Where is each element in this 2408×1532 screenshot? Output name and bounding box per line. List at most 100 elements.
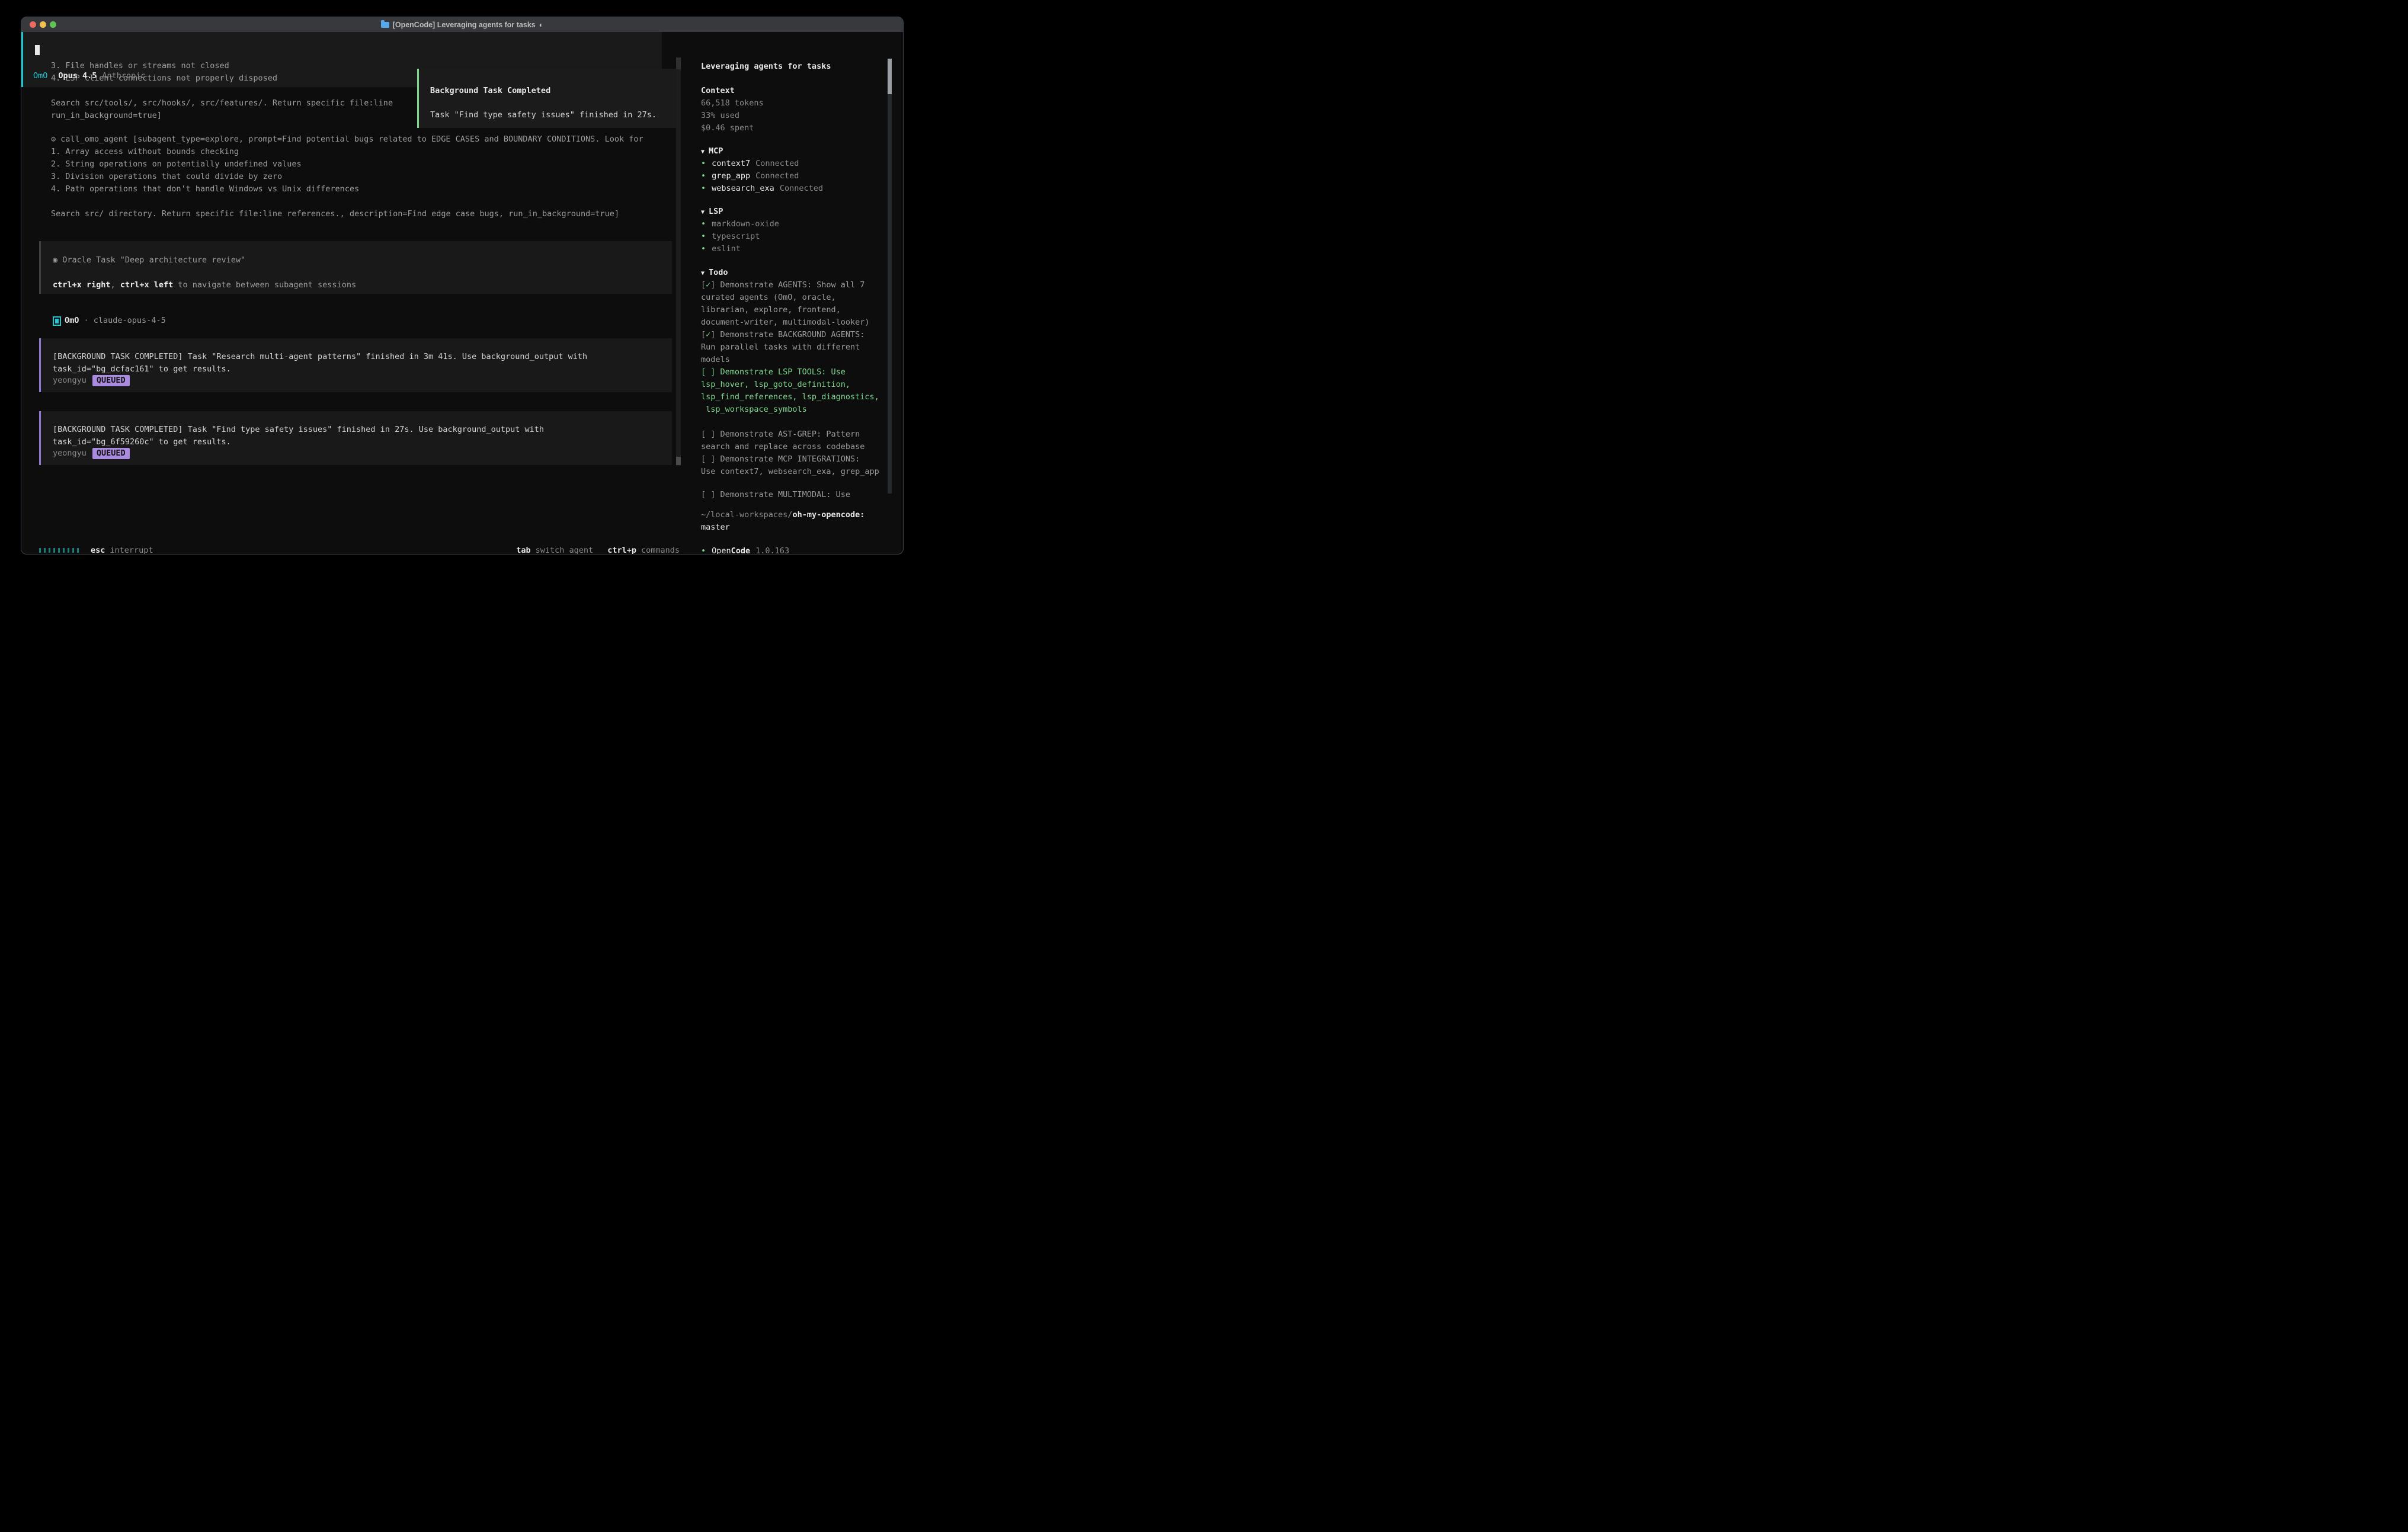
mcp-item: •context7Connected	[701, 158, 799, 170]
task-event-panel: [BACKGROUND TASK COMPLETED] Task "Find t…	[39, 411, 672, 465]
todo-item-done-cont: document-writer, multimodal-looker)	[701, 316, 869, 329]
workspace-branch: master	[701, 521, 730, 534]
tool-call-text: call_omo_agent [subagent_type=explore, p…	[60, 134, 643, 144]
username: yeongyu	[53, 376, 87, 385]
sidebar-scrollbar-thumb[interactable]	[888, 59, 892, 94]
input-agent-name: OmO	[33, 71, 47, 81]
main-scrollbar-track[interactable]	[676, 57, 681, 466]
folder-icon	[381, 22, 389, 28]
version-line: •OpenCode1.0.163	[701, 545, 789, 555]
agent-name: OmO	[65, 316, 79, 325]
transcript-line: Search src/tools/, src/hooks/, src/featu…	[51, 97, 393, 110]
toast-body: Task "Find type safety issues" finished …	[430, 109, 657, 121]
sidebar-todo-header[interactable]: ▼Todo	[701, 267, 728, 280]
transcript-line: run_in_background=true]	[51, 110, 162, 122]
input-status-line: OmO Opus 4.5 Anthropic	[33, 70, 146, 82]
chevron-down-icon: ▼	[701, 209, 705, 216]
status-dot-icon: •	[701, 184, 706, 193]
context-tokens: 66,518 tokens	[701, 97, 764, 110]
desktop: [OpenCode] Leveraging agents for tasks ◐…	[0, 0, 929, 591]
zoom-button[interactable]	[50, 21, 56, 28]
oracle-task-hint: ctrl+x right, ctrl+x left to navigate be…	[53, 279, 356, 291]
task-event-line1: [BACKGROUND TASK COMPLETED] Task "Find t…	[53, 424, 544, 436]
todo-item-active: [ ] Demonstrate LSP TOOLS: Use	[701, 366, 846, 379]
workspace-path: ~/local-workspaces/oh-my-opencode:	[701, 509, 864, 521]
status-bar-left: escinterrupt	[39, 546, 153, 555]
window-title: [OpenCode] Leveraging agents for tasks ◐	[381, 21, 544, 29]
agent-header: OmO · claude-opus-4-5	[65, 315, 166, 327]
input-model-name: Opus 4.5	[58, 71, 97, 81]
todo-item-active-cont: lsp_workspace_symbols	[701, 403, 807, 416]
toast-title: Background Task Completed	[430, 85, 550, 97]
main-scrollbar-cap	[676, 57, 681, 69]
context-used: 33% used	[701, 110, 739, 122]
task-event-line2: task_id="bg_6f59260c" to get results.	[53, 436, 231, 448]
username: yeongyu	[53, 448, 87, 458]
sidebar-lsp-header[interactable]: ▼LSP	[701, 206, 723, 219]
todo-item-pending: [ ] Demonstrate MCP INTEGRATIONS:	[701, 453, 860, 466]
spinner-dots-icon	[39, 548, 79, 553]
todo-item-pending: [ ] Demonstrate AST-GREP: Pattern	[701, 428, 860, 441]
status-dot-icon: •	[701, 244, 706, 254]
sidebar-mcp-header[interactable]: ▼MCP	[701, 145, 723, 158]
window-title-text: [OpenCode] Leveraging agents for tasks	[393, 21, 536, 29]
status-badge: QUEUED	[92, 375, 130, 386]
status-bar: escinterrupt tabswitch agent ctrl+pcomma…	[39, 546, 680, 555]
tab-hint: tabswitch agent	[516, 546, 593, 555]
todo-item-active-cont: lsp_find_references, lsp_diagnostics,	[701, 391, 879, 403]
status-dot-icon: •	[701, 159, 706, 168]
esc-hint: escinterrupt	[91, 546, 153, 555]
task-event-line2: task_id="bg_dcfac161" to get results.	[53, 363, 231, 376]
tool-call-line: ⚙ call_omo_agent [subagent_type=explore, …	[51, 133, 643, 146]
tool-call-item: 2. String operations on potentially unde…	[51, 158, 302, 171]
status-dot-icon: •	[701, 232, 706, 241]
ctrlp-hint: ctrl+pcommands	[607, 546, 680, 555]
chevron-down-icon: ▼	[701, 270, 705, 277]
oracle-task-label: ◉ Oracle Task "Deep architecture review"	[53, 254, 245, 267]
status-bar-right: tabswitch agent ctrl+pcommands	[516, 546, 680, 555]
terminal-content: 3. File handles or streams not closed 4.…	[21, 32, 903, 554]
input-provider-name: Anthropic	[102, 71, 145, 81]
lsp-item: •eslint	[701, 243, 741, 255]
context-spent: $0.46 spent	[701, 122, 754, 134]
todo-item-done-cont: curated agents (OmO, oracle,	[701, 291, 836, 304]
status-badge: QUEUED	[92, 448, 130, 459]
todo-item-done: [✓] Demonstrate BACKGROUND AGENTS:	[701, 329, 864, 341]
status-dot-icon: •	[701, 219, 706, 229]
todo-item-pending-cont: Use context7, websearch_exa, grep_app	[701, 466, 879, 478]
hint-key-ctrlx-right: ctrl+x right	[53, 280, 111, 290]
todo-item-done-cont: models	[701, 354, 730, 366]
background-task-toast: Background Task Completed Task "Find typ…	[417, 69, 680, 128]
task-event-panel: [BACKGROUND TASK COMPLETED] Task "Resear…	[39, 338, 672, 392]
todo-item-done: [✓] Demonstrate AGENTS: Show all 7	[701, 279, 864, 291]
status-dot-icon: •	[701, 171, 706, 181]
tool-call-item: 3. Division operations that could divide…	[51, 171, 282, 183]
minimize-button[interactable]	[40, 21, 46, 28]
todo-item-pending-cont: search and replace across codebase	[701, 441, 864, 453]
traffic-lights	[30, 21, 56, 28]
tool-call-item: 1. Array access without bounds checking	[51, 146, 239, 158]
task-event-meta: yeongyu QUEUED	[53, 447, 130, 460]
close-button[interactable]	[30, 21, 36, 28]
oracle-task-panel: ◉ Oracle Task "Deep architecture review"…	[39, 241, 672, 294]
text-cursor	[35, 45, 40, 55]
sidebar-session-title: Leveraging agents for tasks	[701, 60, 831, 73]
task-event-line1: [BACKGROUND TASK COMPLETED] Task "Resear…	[53, 351, 587, 363]
gear-icon: ⚙	[51, 134, 56, 144]
record-icon: ◉	[53, 255, 57, 265]
chevron-down-icon: ▼	[701, 149, 705, 155]
status-dot-icon: •	[701, 546, 706, 555]
main-scrollbar-thumb[interactable]	[676, 457, 681, 465]
half-circle-icon: ◐	[539, 21, 544, 29]
todo-item-done-cont: Run parallel tasks with different	[701, 341, 860, 354]
tool-call-tail: Search src/ directory. Return specific f…	[51, 208, 619, 220]
window-titlebar[interactable]: [OpenCode] Leveraging agents for tasks ◐	[21, 17, 903, 33]
lsp-item: •markdown-oxide	[701, 218, 779, 230]
todo-item-pending: [ ] Demonstrate MULTIMODAL: Use	[701, 489, 850, 501]
opencode-terminal-window: [OpenCode] Leveraging agents for tasks ◐…	[21, 17, 904, 555]
mcp-item: •websearch_exaConnected	[701, 182, 823, 195]
todo-item-done-cont: librarian, explore, frontend,	[701, 304, 841, 316]
sidebar-scrollbar-track[interactable]	[888, 94, 892, 493]
sidebar-context-header: Context	[701, 85, 735, 97]
agent-model: claude-opus-4-5	[94, 316, 166, 325]
